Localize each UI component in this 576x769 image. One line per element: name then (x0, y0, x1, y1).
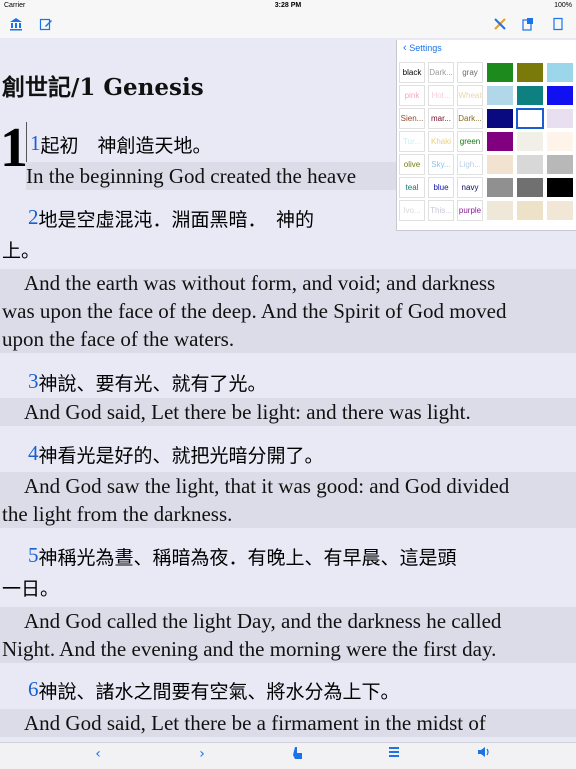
text-color-swatch[interactable]: Dark... (428, 62, 454, 83)
text-color-swatch[interactable]: Dark... (457, 108, 483, 129)
text-color-swatch[interactable]: olive (399, 154, 425, 175)
library-icon[interactable] (8, 16, 24, 32)
background-color-swatch[interactable] (516, 177, 544, 198)
text-color-swatch[interactable]: Sky... (428, 154, 454, 175)
battery-level: 100% (554, 2, 572, 9)
top-toolbar (0, 12, 576, 39)
text-color-swatch[interactable]: teal (399, 177, 425, 198)
background-color-swatch[interactable] (516, 62, 544, 83)
verse-en: And the earth was without form, and void… (0, 269, 576, 353)
verse-number: 6 (28, 677, 39, 701)
text-color-swatch[interactable]: gray (457, 62, 483, 83)
background-color-swatch[interactable] (546, 85, 574, 106)
background-color-swatch[interactable] (516, 154, 544, 175)
text-color-swatch[interactable]: navy (457, 177, 483, 198)
background-color-swatch[interactable] (486, 154, 514, 175)
verse-cn: 4神看光是好的、就把光暗分開了。 (28, 441, 324, 467)
chevron-left-icon: ‹ (403, 42, 407, 54)
text-color-swatch[interactable]: blue (428, 177, 454, 198)
text-color-swatch[interactable]: purple (457, 200, 483, 221)
text-color-swatch[interactable]: pink (399, 85, 425, 106)
text-color-swatch[interactable]: Ivo... (399, 200, 425, 221)
verse-cn: 2地是空虛混沌．淵面黑暗． 神的 (28, 205, 315, 231)
background-color-swatch[interactable] (486, 108, 514, 129)
clock: 3:28 PM (274, 2, 302, 9)
verse-en: And God called the light Day, and the da… (0, 607, 576, 663)
text-color-swatch[interactable]: Wheat (457, 85, 483, 106)
text-color-swatch[interactable]: Khaki (428, 131, 454, 152)
verse-number: 4 (28, 441, 39, 465)
settings-back-button[interactable]: ‹ Settings (403, 42, 442, 54)
text-color-swatch[interactable]: Hot... (428, 85, 454, 106)
chevron-left-icon[interactable]: ‹ (88, 746, 108, 762)
background-color-swatch[interactable] (546, 62, 574, 83)
tools-icon[interactable] (492, 16, 508, 32)
verse-cn-continued: 上。 (2, 240, 41, 262)
chapter-number: 1 (0, 117, 28, 179)
verse-cn: 3神說、要有光、就有了光。 (28, 369, 267, 395)
background-color-swatch[interactable] (516, 200, 544, 221)
background-color-swatch[interactable] (486, 85, 514, 106)
text-color-swatch[interactable]: Sien... (399, 108, 425, 129)
list-icon[interactable] (384, 746, 404, 761)
text-color-swatch[interactable]: This... (428, 200, 454, 221)
bottom-toolbar: ‹ › (0, 742, 576, 769)
background-color-swatch[interactable] (516, 85, 544, 106)
background-color-swatch[interactable] (486, 62, 514, 83)
verse-cn: 6神說、諸水之間要有空氣、將水分為上下。 (28, 677, 400, 703)
background-color-swatch[interactable] (516, 108, 544, 129)
verse-cn-continued: 一日。 (2, 578, 60, 600)
verse-en: And God saw the light, that it was good:… (0, 472, 576, 528)
text-color-swatch[interactable]: Ligh... (457, 154, 483, 175)
text-color-swatch[interactable]: black (399, 62, 425, 83)
background-color-swatch[interactable] (516, 131, 544, 152)
chevron-right-icon[interactable]: › (192, 746, 212, 762)
text-color-swatch[interactable]: mar... (428, 108, 454, 129)
background-color-swatch[interactable] (546, 177, 574, 198)
verse-en: And God said, Let there be a firmament i… (0, 709, 576, 737)
text-color-swatch[interactable]: Tur... (399, 131, 425, 152)
background-color-swatch[interactable] (546, 200, 574, 221)
speaker-icon[interactable] (474, 746, 494, 761)
book-title: 創世記/1 Genesis (2, 74, 204, 101)
background-color-swatch[interactable] (546, 154, 574, 175)
background-color-swatch[interactable] (486, 177, 514, 198)
background-color-swatch[interactable] (546, 131, 574, 152)
edit-icon[interactable] (38, 16, 54, 32)
verse-number: 3 (28, 369, 39, 393)
background-color-swatch[interactable] (486, 131, 514, 152)
verse-cn: 1起初 神創造天地。 (30, 131, 212, 157)
verse-en: And God said, Let there be light: and th… (0, 398, 576, 426)
verse-cn: 5神稱光為晝、稱暗為夜．有晚上、有早晨、這是頭 (28, 543, 457, 569)
verse-number: 1 (30, 131, 41, 155)
status-bar: Carrier 3:28 PM 100% (0, 0, 576, 12)
text-color-swatch[interactable]: green (457, 131, 483, 152)
color-settings-popover: ‹ Settings black Dark... gray pink Hot... Whe… (396, 40, 576, 231)
background-color-swatch[interactable] (546, 108, 574, 129)
page-icon[interactable] (550, 16, 566, 32)
verse-number: 5 (28, 543, 39, 567)
hand-pointer-icon[interactable] (288, 746, 308, 763)
verse-number: 2 (28, 205, 39, 229)
copy-icon[interactable] (520, 16, 536, 32)
background-color-swatch[interactable] (486, 200, 514, 221)
